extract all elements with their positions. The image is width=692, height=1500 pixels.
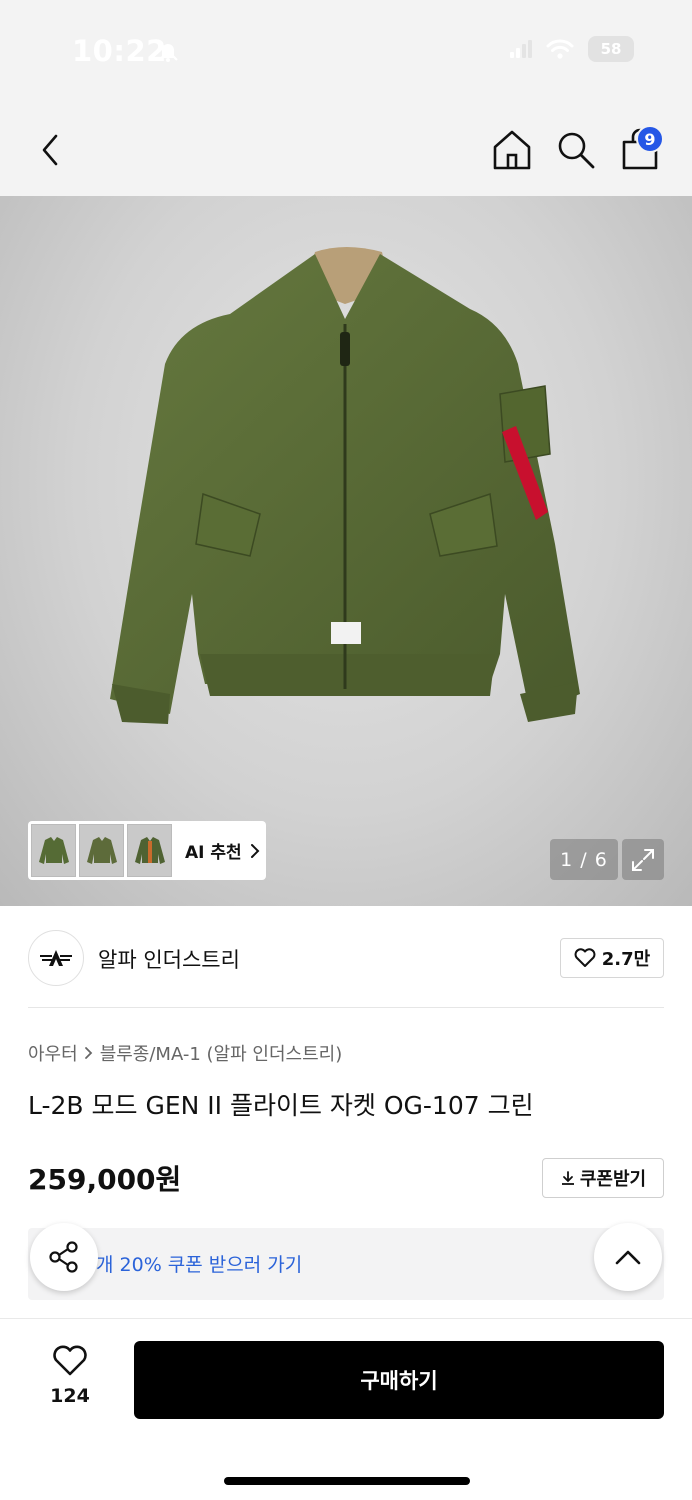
wishlist-button[interactable]: 124 xyxy=(40,1345,100,1407)
chevron-up-icon xyxy=(615,1250,641,1265)
silent-bell-icon xyxy=(158,41,178,62)
status-indicators: 58 xyxy=(510,36,634,62)
divider xyxy=(28,1007,664,1008)
bottom-bar-divider xyxy=(0,1318,692,1319)
home-icon[interactable] xyxy=(492,129,532,171)
brand-row[interactable]: 알파 인더스트리 2.7만 xyxy=(28,930,664,988)
battery-indicator: 58 xyxy=(588,36,634,62)
back-button[interactable] xyxy=(30,130,70,170)
cart-count-badge: 9 xyxy=(636,125,664,153)
breadcrumb-subcategory[interactable]: 블루종/MA-1 (알파 인더스트리) xyxy=(100,1040,343,1066)
coupon-banner-text: 개 20% 쿠폰 받으러 가기 xyxy=(96,1254,303,1276)
share-button[interactable] xyxy=(30,1223,98,1291)
jacket-image xyxy=(110,247,580,724)
jacket-thumbnail-icon xyxy=(38,836,69,864)
breadcrumb: 아우터 블루종/MA-1 (알파 인더스트리) xyxy=(28,1040,342,1066)
thumbnail-image-1[interactable] xyxy=(31,824,76,877)
thumbnail-image-2[interactable] xyxy=(79,824,124,877)
product-price: 259,000원 xyxy=(28,1163,182,1196)
product-title: L-2B 모드 GEN II 플라이트 자켓 OG-107 그린 xyxy=(28,1091,534,1120)
chevron-left-icon xyxy=(42,134,58,166)
brand-name[interactable]: 알파 인더스트리 xyxy=(98,944,240,974)
wishlist-count: 124 xyxy=(50,1385,90,1407)
brand-like-button[interactable]: 2.7만 xyxy=(560,938,664,978)
wifi-icon xyxy=(546,39,574,59)
heart-icon xyxy=(574,948,596,967)
brand-logo[interactable] xyxy=(28,930,84,986)
ai-recommend-link[interactable]: AI 추천 xyxy=(185,838,260,863)
heart-icon xyxy=(53,1345,87,1376)
status-time: 10:22 xyxy=(72,34,167,68)
jacket-thumbnail-icon xyxy=(134,836,165,864)
expand-button[interactable] xyxy=(622,839,664,880)
breadcrumb-category[interactable]: 아우터 xyxy=(28,1040,78,1066)
thumbnail-image-3[interactable] xyxy=(127,824,172,877)
ai-recommend-label: AI 추천 xyxy=(185,843,242,863)
alpha-logo-icon xyxy=(40,950,72,966)
share-icon xyxy=(49,1241,78,1273)
brand-like-count: 2.7만 xyxy=(601,949,651,970)
download-icon xyxy=(561,1171,574,1185)
battery-level: 58 xyxy=(600,40,622,58)
scroll-top-button[interactable] xyxy=(594,1223,662,1291)
thumbnail-strip[interactable]: AI 추천 xyxy=(28,821,266,880)
search-icon[interactable] xyxy=(556,130,596,170)
home-indicator[interactable] xyxy=(224,1477,470,1485)
chevron-right-icon xyxy=(250,843,260,858)
image-pager: 1 / 6 xyxy=(550,839,618,880)
product-image-gallery[interactable]: AI 추천 1 / 6 xyxy=(0,196,692,906)
expand-icon xyxy=(632,848,654,871)
cellular-signal-icon xyxy=(510,40,532,58)
chevron-right-icon xyxy=(84,1047,92,1059)
coupon-button-label: 쿠폰받기 xyxy=(579,1169,647,1190)
jacket-thumbnail-icon xyxy=(86,836,117,864)
buy-button[interactable]: 구매하기 xyxy=(134,1341,664,1419)
coupon-download-button[interactable]: 쿠폰받기 xyxy=(542,1158,664,1198)
coupon-banner[interactable]: 개 20% 쿠폰 받으러 가기 xyxy=(28,1228,664,1300)
